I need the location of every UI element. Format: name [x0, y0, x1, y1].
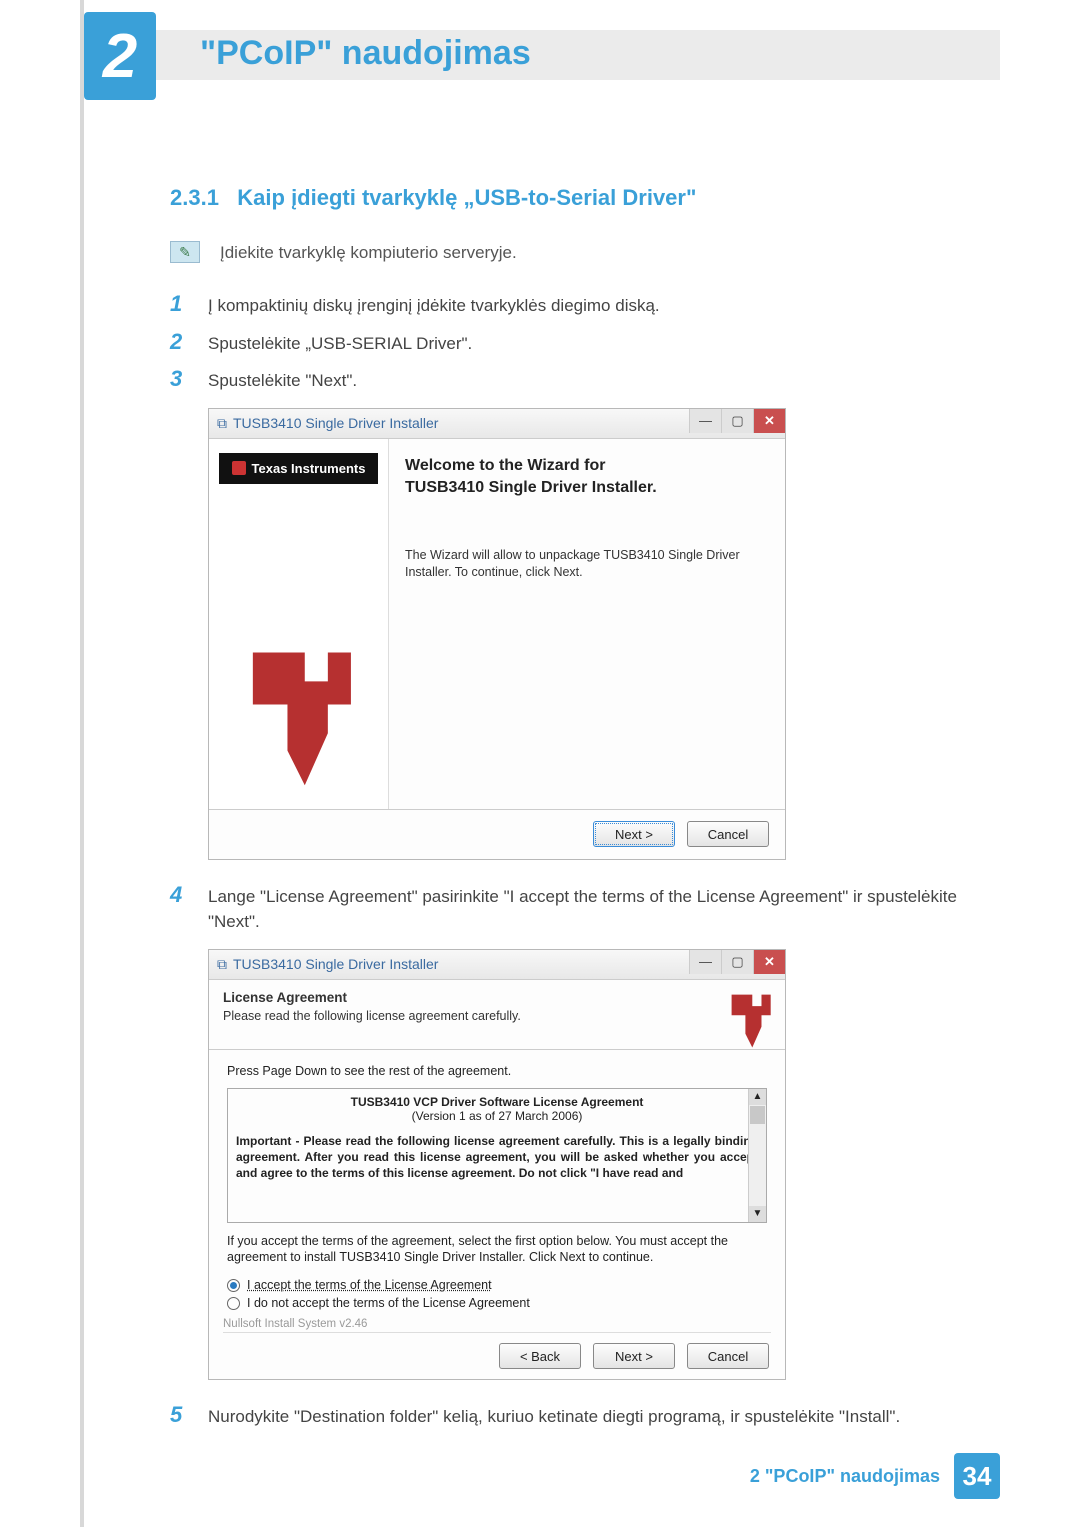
next-button[interactable]: Next >	[593, 821, 675, 847]
brand-name: Texas Instruments	[252, 461, 366, 476]
step-2: 2 Spustelėkite „USB-SERIAL Driver".	[170, 329, 990, 357]
section-number: 2.3.1	[170, 185, 219, 210]
nullsoft-label: Nullsoft Install System v2.46	[209, 1314, 785, 1330]
step-text: Nurodykite "Destination folder" kelią, k…	[208, 1404, 900, 1430]
step-text: Į kompaktinių diskų įrenginį įdėkite tva…	[208, 293, 660, 319]
note-text: Įdiekite tvarkyklę kompiuterio serveryje…	[220, 241, 517, 263]
scrollbar[interactable]: ▲ ▼	[748, 1089, 766, 1222]
agreement-version: (Version 1 as of 27 March 2006)	[236, 1109, 758, 1123]
wizard1-main: Welcome to the Wizard for TUSB3410 Singl…	[389, 439, 785, 809]
wizard1-titlebar: ⧉ TUSB3410 Single Driver Installer — ▢ ✕	[209, 409, 785, 439]
wizard2-header: License Agreement Please read the follow…	[209, 980, 785, 1050]
note-row: ✎ Įdiekite tvarkyklę kompiuterio servery…	[170, 241, 990, 263]
wizard2-window-title: TUSB3410 Single Driver Installer	[233, 956, 438, 972]
close-icon[interactable]: ✕	[753, 409, 785, 433]
step-3: 3 Spustelėkite "Next".	[170, 366, 990, 394]
radio-reject-label: I do not accept the terms of the License…	[247, 1296, 530, 1310]
step-text: Spustelėkite "Next".	[208, 368, 357, 394]
chapter-number-box: 2	[84, 12, 156, 100]
wizard1-welcome-line1: Welcome to the Wizard for	[405, 457, 769, 475]
license-agreement-title: License Agreement	[223, 990, 727, 1005]
cancel-button[interactable]: Cancel	[687, 1343, 769, 1369]
page-number-box: 34	[954, 1453, 1000, 1499]
step-number: 5	[170, 1402, 188, 1428]
note-icon: ✎	[170, 241, 200, 263]
agreement-body: Important - Please read the following li…	[236, 1133, 758, 1182]
wizard2-screenshot: ⧉ TUSB3410 Single Driver Installer — ▢ ✕…	[208, 949, 786, 1381]
wizard1-window-title: TUSB3410 Single Driver Installer	[233, 415, 438, 431]
wizard1-sidebar: Texas Instruments	[209, 439, 389, 809]
step-list-continued-2: 5 Nurodykite "Destination folder" kelią,…	[170, 1402, 990, 1430]
footer-chapter-label: 2 "PCoIP" naudojimas	[750, 1466, 940, 1487]
section-heading: 2.3.1 Kaip įdiegti tvarkyklę „USB-to-Ser…	[170, 185, 990, 211]
wizard1-screenshot: ⧉ TUSB3410 Single Driver Installer — ▢ ✕…	[208, 408, 786, 860]
radio-reject[interactable]: I do not accept the terms of the License…	[227, 1296, 767, 1310]
maximize-icon[interactable]: ▢	[721, 950, 753, 974]
scroll-up-icon[interactable]: ▲	[749, 1089, 766, 1105]
section-title: Kaip įdiegti tvarkyklę „USB-to-Serial Dr…	[237, 185, 696, 210]
step-number: 1	[170, 291, 188, 317]
step-text: Lange "License Agreement" pasirinkite "I…	[208, 884, 990, 935]
brand-chip-icon	[232, 461, 246, 475]
step-number: 2	[170, 329, 188, 355]
next-button[interactable]: Next >	[593, 1343, 675, 1369]
agreement-textbox[interactable]: TUSB3410 VCP Driver Software License Agr…	[227, 1088, 767, 1223]
step-4: 4 Lange "License Agreement" pasirinkite …	[170, 882, 990, 935]
step-number: 4	[170, 882, 188, 908]
wizard1-body-text: The Wizard will allow to unpackage TUSB3…	[405, 547, 769, 582]
scroll-thumb[interactable]	[750, 1106, 765, 1124]
cancel-button[interactable]: Cancel	[687, 821, 769, 847]
step-number: 3	[170, 366, 188, 392]
page-content: 2.3.1 Kaip įdiegti tvarkyklę „USB-to-Ser…	[170, 185, 990, 1440]
maximize-icon[interactable]: ▢	[721, 409, 753, 433]
minimize-icon[interactable]: —	[689, 950, 721, 974]
radio-accept[interactable]: I accept the terms of the License Agreem…	[227, 1278, 767, 1292]
step-5: 5 Nurodykite "Destination folder" kelią,…	[170, 1402, 990, 1430]
window-icon: ⧉	[217, 415, 227, 432]
step-text: Spustelėkite „USB-SERIAL Driver".	[208, 331, 472, 357]
ti-logo-icon	[239, 641, 359, 791]
scroll-down-icon[interactable]: ▼	[749, 1206, 766, 1222]
ti-logo-small-icon	[727, 990, 773, 1036]
page-footer: 2 "PCoIP" naudojimas 34	[750, 1453, 1000, 1499]
wizard2-body: Press Page Down to see the rest of the a…	[209, 1050, 785, 1311]
radio-selected-icon[interactable]	[227, 1279, 240, 1292]
left-rail	[80, 0, 84, 1527]
chapter-title: "PCoIP" naudojimas	[200, 34, 531, 73]
step-1: 1 Į kompaktinių diskų įrenginį įdėkite t…	[170, 291, 990, 319]
wizard1-welcome-line2: TUSB3410 Single Driver Installer.	[405, 479, 769, 497]
press-page-down-hint: Press Page Down to see the rest of the a…	[227, 1064, 767, 1078]
license-agreement-subtitle: Please read the following license agreem…	[223, 1009, 727, 1023]
minimize-icon[interactable]: —	[689, 409, 721, 433]
radio-unselected-icon[interactable]	[227, 1297, 240, 1310]
radio-accept-label: I accept the terms of the License Agreem…	[247, 1278, 492, 1292]
wizard2-footer: < Back Next > Cancel	[209, 1333, 785, 1379]
back-button[interactable]: < Back	[499, 1343, 581, 1369]
window-icon: ⧉	[217, 956, 227, 973]
step-list: 1 Į kompaktinių diskų įrenginį įdėkite t…	[170, 291, 990, 394]
brand-badge: Texas Instruments	[219, 453, 378, 484]
close-icon[interactable]: ✕	[753, 950, 785, 974]
agreement-title: TUSB3410 VCP Driver Software License Agr…	[236, 1095, 758, 1109]
accept-instruction: If you accept the terms of the agreement…	[227, 1233, 767, 1267]
wizard2-titlebar: ⧉ TUSB3410 Single Driver Installer — ▢ ✕	[209, 950, 785, 980]
step-list-continued: 4 Lange "License Agreement" pasirinkite …	[170, 882, 990, 935]
wizard1-footer: Next > Cancel	[209, 809, 785, 859]
